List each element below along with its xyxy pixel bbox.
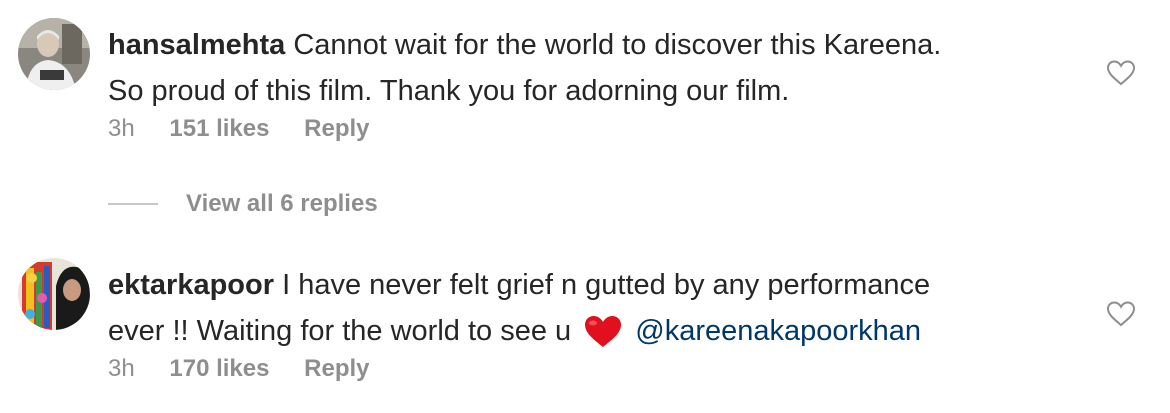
username[interactable]: ektarkapoor [108,269,274,301]
comment-meta: 3h 170 likes Reply [108,355,370,383]
comment-body: I have never felt grief n gutted by any … [282,269,931,301]
view-replies-label[interactable]: View all 6 replies [186,190,378,218]
view-replies[interactable]: View all 6 replies [108,188,378,220]
comment-item: ektarkapoor I have never felt grief n gu… [0,240,1170,413]
red-heart-emoji-icon [585,316,622,348]
timestamp: 3h [108,355,135,382]
comment-item: hansalmehta Cannot wait for the world to… [0,0,1170,180]
comment-body: Cannot wait for the world to discover th… [293,29,942,61]
reply-button[interactable]: Reply [304,355,369,383]
comment-body-line2: ever !! Waiting for the world to see u [108,315,572,347]
avatar[interactable] [18,258,90,330]
avatar-photo [18,258,90,330]
comment-body-line2: So proud of this film. Thank you for ado… [108,75,790,107]
username[interactable]: hansalmehta [108,29,285,61]
like-heart-icon[interactable] [1106,59,1136,87]
comment-text: ektarkapoor I have never felt grief n gu… [108,262,1068,354]
comment-text: hansalmehta Cannot wait for the world to… [108,22,1068,114]
avatar-photo [18,18,90,90]
reply-button[interactable]: Reply [304,115,369,143]
likes-count[interactable]: 151 likes [169,115,269,143]
mention-link[interactable]: @kareenakapoorkhan [635,315,921,347]
avatar[interactable] [18,18,90,90]
timestamp: 3h [108,115,135,142]
comment-meta: 3h 151 likes Reply [108,115,370,143]
replies-divider [108,203,158,205]
likes-count[interactable]: 170 likes [169,355,269,383]
like-heart-icon[interactable] [1106,300,1136,328]
